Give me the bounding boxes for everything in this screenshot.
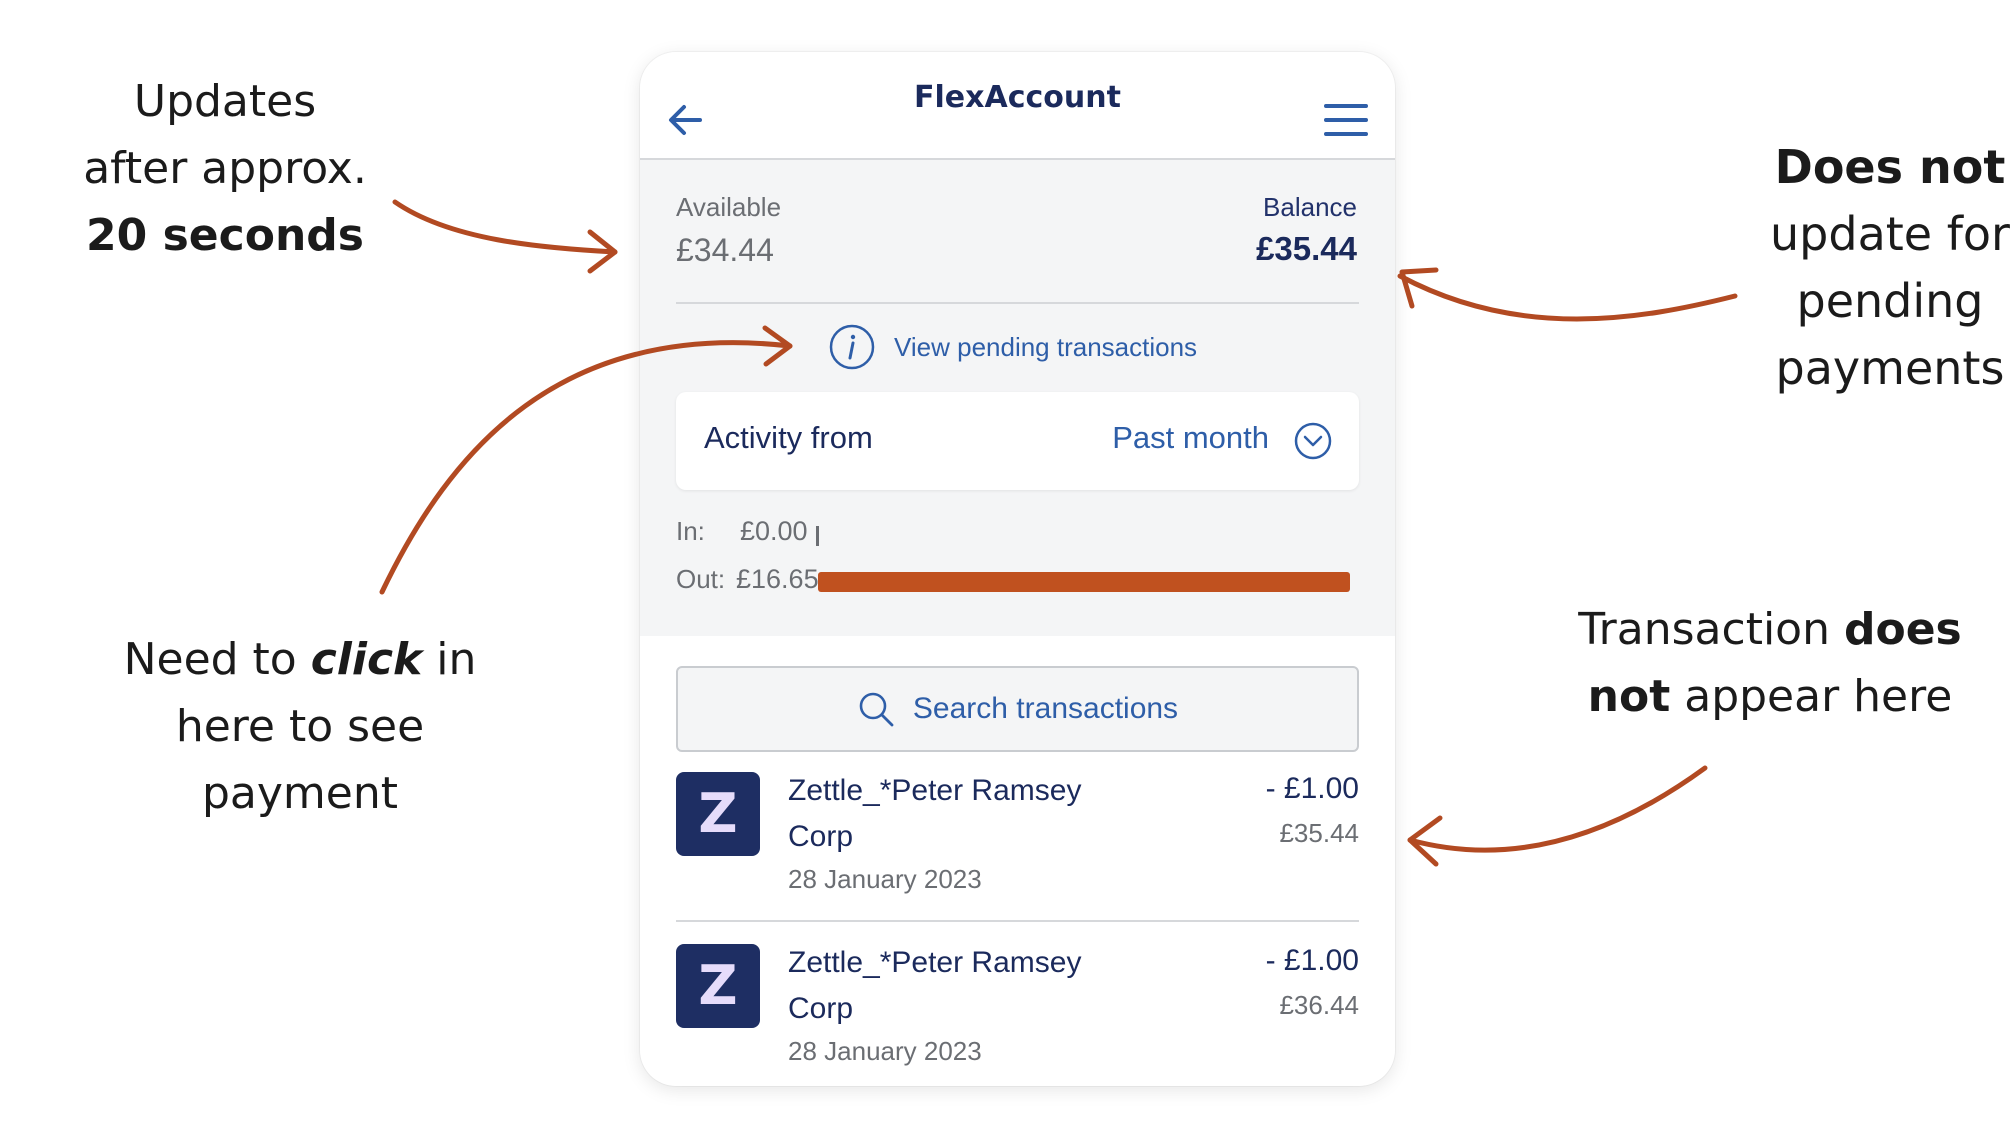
arrowhead [1399,267,1439,309]
annotation-text: appear here [1670,671,1953,722]
app-header: FlexAccount [640,52,1395,160]
activity-label: Activity from [704,420,873,455]
transaction-date: 28 January 2023 [788,864,982,894]
arrowhead [587,229,618,274]
transaction-name: Zettle_*Peter Ramsey Corp [788,946,1082,1025]
hamburger-menu-icon[interactable] [1320,98,1372,142]
in-value: £0.00 [740,516,808,546]
annotation-balance-not-updating: Does not update for pending payments [1720,134,2016,402]
annotation-text: Transaction [1578,604,1844,655]
annotation-click-pending: Need to click in here to see payment [80,626,520,827]
out-bar-fill [818,572,1350,592]
balance-value: £35.44 [1256,230,1357,267]
annotation-text: Updates [133,76,317,127]
info-icon [829,324,875,370]
transaction-date: 28 January 2023 [788,1036,982,1066]
annotation-text: update for [1770,207,2010,261]
annotation-text: Need to [123,634,311,685]
divider [676,920,1359,922]
annotation-emphasis: Does not [1774,140,2006,194]
annotation-text: after approx. [83,143,367,194]
balance-label: Balance [1263,192,1357,222]
transaction-row[interactable]: Z Zettle_*Peter Ramsey Corp 28 January 2… [676,760,1359,922]
annotation-emphasis: click [310,634,423,685]
activity-period-value: Past month [1112,420,1269,455]
pending-link-label: View pending transactions [894,331,1198,362]
merchant-logo: Z [676,772,760,856]
annotation-text: in [422,634,477,685]
arrow-to-available [392,199,618,255]
in-label: In: [676,516,705,546]
annotation-emphasis: not [1587,671,1671,722]
transaction-row[interactable]: Z Zettle_*Peter Ramsey Corp 28 January 2… [676,932,1359,1082]
in-bar [816,526,819,546]
transaction-running-balance: £35.44 [1279,818,1359,848]
out-bar [818,572,1350,592]
annotation-emphasis: does [1843,604,1962,655]
arrow-to-balance [1397,273,1738,322]
annotation-text: here to see [175,701,425,752]
out-label: Out: [676,564,726,594]
transaction-amount: - £1.00 [1265,944,1359,977]
annotation-text: payments [1775,341,2005,395]
arrowhead [1407,815,1443,867]
arrow-to-transactions [1407,765,1708,853]
transaction-amount: - £1.00 [1265,772,1359,805]
available-label: Available [676,192,782,222]
divider [676,302,1359,304]
transaction-running-balance: £36.44 [1279,990,1359,1020]
search-icon [859,692,894,727]
annotation-transaction-missing: Transaction does not appear here [1560,596,1980,730]
activity-period-select[interactable]: Activity from Past month [676,392,1359,490]
annotation-text: pending [1796,274,1984,328]
page-title: FlexAccount [914,80,1121,115]
annotation-updates-timing: Updates after approx. 20 seconds [40,68,410,269]
search-placeholder: Search transactions [912,692,1179,725]
annotation-text: payment [201,768,398,819]
available-value: £34.44 [676,232,774,268]
transactions-panel: Search transactions Z Zettle_*Peter Rams… [640,636,1395,1086]
search-transactions-input[interactable]: Search transactions [676,666,1359,752]
transaction-name: Zettle_*Peter Ramsey Corp [788,774,1082,853]
phone-screen: FlexAccount Available £34.44 Balance £35… [640,52,1395,1086]
merchant-logo: Z [676,944,760,1028]
out-value: £16.65 [736,564,819,594]
chevron-down-icon [1294,422,1332,460]
annotation-emphasis: 20 seconds [86,210,364,261]
view-pending-link[interactable]: View pending transactions [828,322,1197,372]
